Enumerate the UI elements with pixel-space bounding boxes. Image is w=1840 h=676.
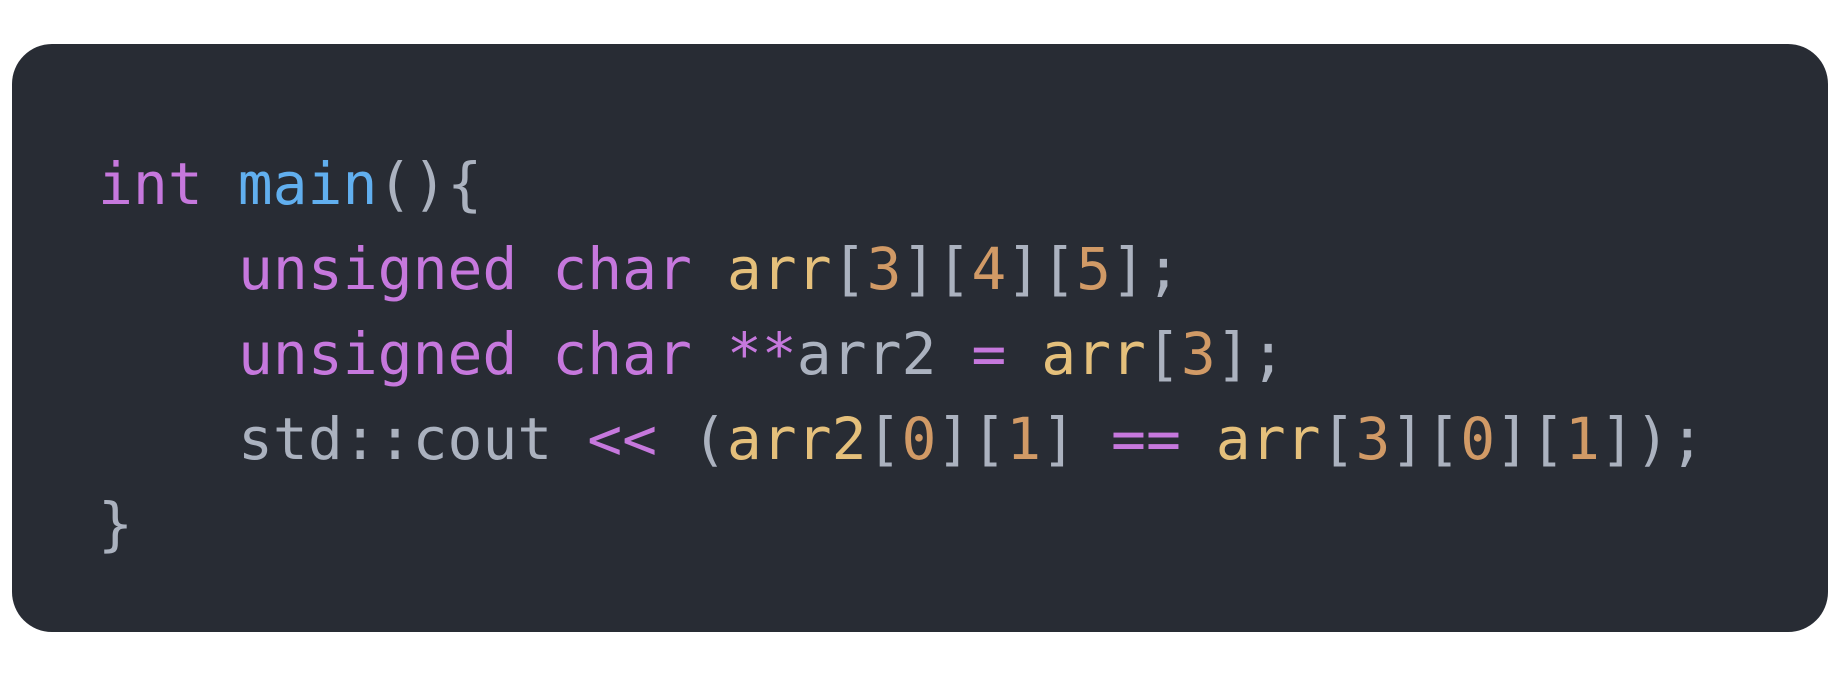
code-token-keyword: char xyxy=(552,320,692,388)
code-token-keyword: int xyxy=(98,150,203,218)
code-token-punct: [ xyxy=(831,235,867,303)
code-line: } xyxy=(98,482,1828,567)
code-token-plain: std::cout xyxy=(238,405,553,473)
code-token-var: arr xyxy=(1215,405,1321,473)
code-token-punct: } xyxy=(98,490,133,558)
code-token-punct: ]); xyxy=(1599,405,1705,473)
code-token-func: main xyxy=(237,150,378,218)
code-token-num: 3 xyxy=(1180,320,1216,388)
code-token-punct: ( xyxy=(691,405,727,473)
code-token-punct: ]; xyxy=(1215,320,1286,388)
code-token-num: 1 xyxy=(1006,405,1042,473)
code-token-punct: ]; xyxy=(1111,235,1181,303)
code-token-num: 0 xyxy=(901,405,937,473)
code-line: int main(){ xyxy=(98,142,1828,227)
code-token-plain: arr2 xyxy=(796,320,937,388)
code-token-num: 0 xyxy=(1460,405,1496,473)
code-token-var: arr xyxy=(1041,320,1146,388)
code-token-punct: [ xyxy=(866,405,902,473)
code-token-punct: ][ xyxy=(1006,235,1077,303)
code-token-num: 3 xyxy=(1355,405,1391,473)
code-line: unsigned char **arr2 = arr[3]; xyxy=(98,312,1828,397)
code-token-punct: ][ xyxy=(1495,405,1566,473)
code-token-punct: ][ xyxy=(936,405,1007,473)
code-line: std::cout << (arr2[0][1] == arr[3][0][1]… xyxy=(98,397,1828,482)
code-token-op: << xyxy=(587,405,658,473)
code-token-punct: (){ xyxy=(377,150,483,218)
code-token-op: == xyxy=(1111,405,1181,473)
code-line: unsigned char arr[3][4][5]; xyxy=(98,227,1828,312)
code-token-punct: [ xyxy=(1320,405,1356,473)
code-token-keyword: char xyxy=(552,235,692,303)
code-block: int main(){unsigned char arr[3][4][5]; un… xyxy=(98,142,1828,567)
code-token-keyword: unsigned xyxy=(238,320,518,388)
code-token-op: ** xyxy=(726,320,797,388)
code-token-punct: ] xyxy=(1041,405,1077,473)
code-token-num: 3 xyxy=(866,235,902,303)
code-token-var: arr2 xyxy=(726,405,867,473)
code-token-punct: ][ xyxy=(901,235,972,303)
code-token-op: = xyxy=(971,320,1007,388)
code-snippet-card: int main(){unsigned char arr[3][4][5]; un… xyxy=(12,44,1828,632)
code-token-var: arr xyxy=(726,235,832,303)
code-token-num: 5 xyxy=(1076,235,1112,303)
code-token-punct: [ xyxy=(1145,320,1181,388)
code-token-keyword: unsigned xyxy=(238,235,518,303)
code-token-num: 1 xyxy=(1565,405,1600,473)
code-token-punct: ][ xyxy=(1390,405,1461,473)
code-token-num: 4 xyxy=(971,235,1007,303)
